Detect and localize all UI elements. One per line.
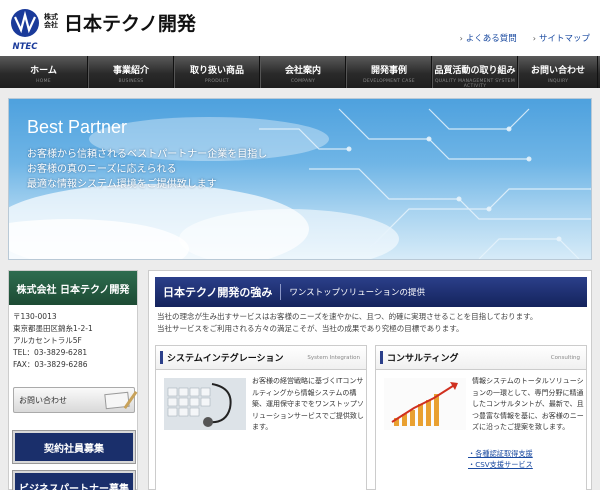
card-subtitle-en: Consulting (550, 354, 580, 361)
card-consulting[interactable]: コンサルティング Consulting 情報システムのトータルソリューションの一… (375, 345, 587, 490)
card-title: システムインテグレーション (160, 351, 284, 364)
arrow-right-icon: › (459, 33, 463, 43)
strength-title: 日本テクノ開発の強み (163, 286, 273, 299)
nav-inquiry[interactable]: お問い合わせ INQUIRY (518, 56, 598, 88)
hero-line: 最適な情報システム環境をご提供致します (27, 179, 217, 190)
contract-staff-recruit-banner[interactable]: 契約社員募集 (12, 430, 136, 464)
hero-line: お客様から信頼されるベストパートナー企業を目指し (27, 149, 268, 160)
sidebar-company-title: 株式会社 日本テクノ開発 (9, 271, 137, 305)
strength-heading: 日本テクノ開発の強み ワンストップソリューションの提供 (155, 277, 587, 307)
card-system-integration[interactable]: システムインテグレーション System Integration お客様の経営戦… (155, 345, 367, 490)
card-description: お客様の経営戦略に基づくITコンサルティングから情報システムの構築、運用保守まで… (252, 377, 364, 431)
nav-company[interactable]: 会社案内 COMPANY (260, 56, 346, 88)
global-nav: ホーム HOME 事業紹介 BUSINESS 取り扱い商品 PRODUCT 会社案内 C… (0, 56, 600, 89)
company-logo-text[interactable]: 日本テクノ開発 (64, 9, 196, 36)
sitemap-link[interactable]: › サイトマップ (532, 32, 590, 45)
hero-banner: Best Partner お客様から信頼されるベストパートナー企業を目指し お客… (8, 98, 592, 260)
keyboard-stethoscope-image (164, 378, 246, 430)
bar-chart-image (384, 378, 466, 430)
card-header: システムインテグレーション System Integration (156, 346, 366, 370)
card-title: コンサルティング (380, 351, 458, 364)
logo-kabushiki: 株式 会社 (44, 13, 58, 29)
nav-quality[interactable]: 品質活動の取り組み QUALITY MANAGEMENT SYSTEM ACTIV… (432, 56, 518, 89)
card-description: 情報システムのトータルソリューションの一環として、専門分野に精通したコンサルタン… (472, 377, 584, 431)
strength-subtitle: ワンストップソリューションの提供 (289, 288, 426, 298)
nav-business[interactable]: 事業紹介 BUSINESS (88, 56, 174, 88)
hero-title: Best Partner (27, 117, 128, 137)
company-address: 〒130-0013 東京都墨田区錦糸1-2-1 アルカセントラル5F TEL：0… (13, 312, 93, 369)
card-header: コンサルティング Consulting (376, 346, 586, 370)
nav-product[interactable]: 取り扱い商品 PRODUCT (174, 56, 260, 88)
partner-recruit-banner[interactable]: ビジネスパートナー募集 (12, 470, 136, 490)
inquiry-button[interactable]: お問い合わせ (13, 387, 138, 413)
arrow-right-icon: › (532, 33, 536, 43)
certification-support-link[interactable]: ・各種認証取得支援 (468, 448, 533, 459)
csv-support-link[interactable]: ・CSV支援サービス (468, 459, 533, 470)
top-links: › よくある質問 › サイトマップ (459, 32, 590, 45)
site-header: NTEC 株式 会社 日本テクノ開発 › よくある質問 › サイトマップ (0, 0, 600, 56)
hero-line: お客様の真のニーズに応えられる (27, 164, 177, 175)
nav-development-case[interactable]: 開発事例 DEVELOPMENT CASE (346, 56, 432, 88)
main-content: 日本テクノ開発の強み ワンストップソリューションの提供 当社の理念が生み出すサー… (148, 270, 592, 490)
divider (280, 284, 282, 300)
ntec-logo-icon[interactable]: NTEC (8, 7, 42, 51)
faq-link[interactable]: › よくある質問 (459, 32, 517, 45)
svg-text:NTEC: NTEC (13, 42, 39, 51)
nav-home[interactable]: ホーム HOME (0, 56, 88, 88)
card-subtitle-en: System Integration (307, 354, 360, 361)
consulting-links: ・各種認証取得支援 ・CSV支援サービス (468, 448, 533, 470)
intro-text: 当社の理念が生み出すサービスはお客様のニーズを速やかに、且つ、的確に実現させるこ… (157, 312, 538, 333)
sidebar: 株式会社 日本テクノ開発 〒130-0013 東京都墨田区錦糸1-2-1 アルカ… (8, 270, 138, 490)
